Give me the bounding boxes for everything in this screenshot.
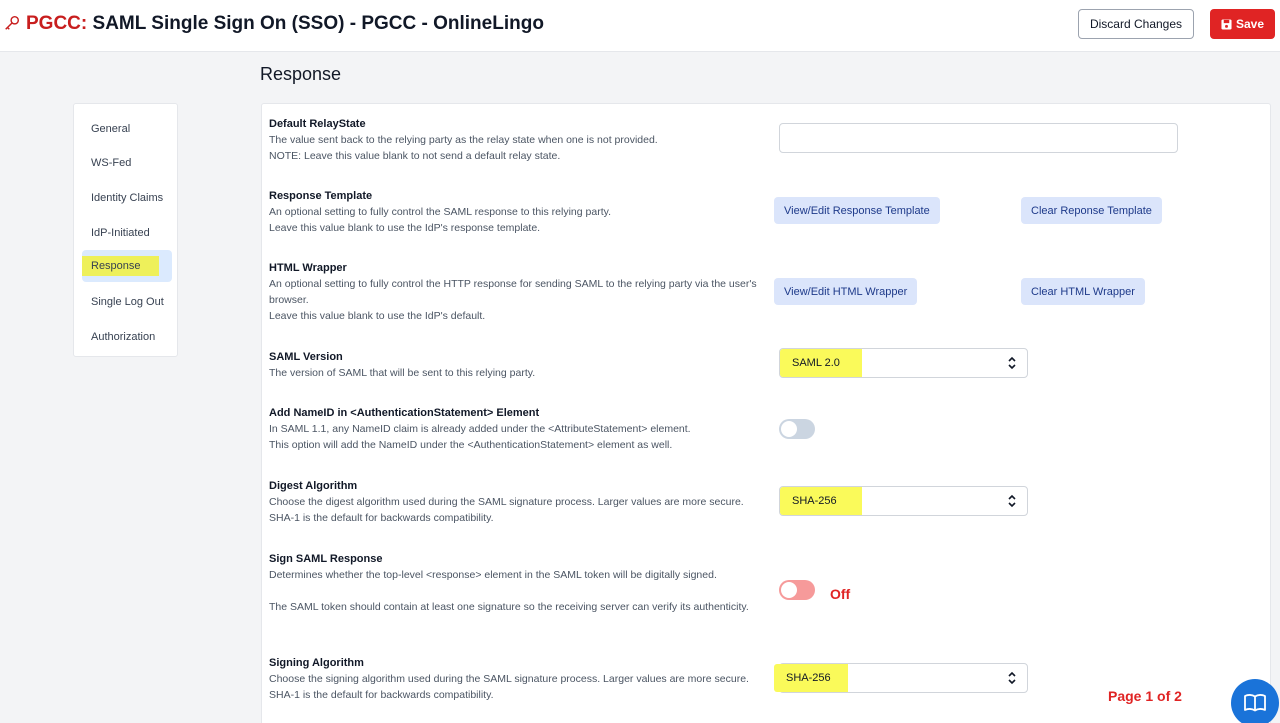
sidebar-item-label: Authorization [91, 331, 156, 343]
sidebar-item-authorization[interactable]: Authorization [82, 322, 172, 352]
select-value: SHA-256 [774, 664, 848, 692]
setting-note: NOTE: Leave this value blank to not send… [269, 150, 561, 162]
sidebar-item-label: Response [82, 256, 159, 276]
setting-label: Add NameID in <AuthenticationStatement> … [269, 407, 540, 419]
setting-description: An optional setting to fully control the… [269, 278, 757, 306]
setting-label: SAML Version [269, 351, 343, 363]
setting-description: Choose the signing algorithm used during… [269, 673, 749, 685]
setting-description: In SAML 1.1, any NameID claim is already… [269, 423, 691, 435]
digest-algorithm-select[interactable]: SHA-256 [779, 486, 1028, 516]
sidebar-item-general[interactable]: General [82, 114, 172, 144]
setting-label: Response Template [269, 190, 373, 202]
setting-sign-response: Sign SAML Response Determines whether th… [269, 551, 769, 615]
chevron-updown-icon [1008, 494, 1016, 508]
setting-description: An optional setting to fully control the… [269, 206, 612, 218]
sidebar-item-idp-initiated[interactable]: IdP-Initiated [82, 218, 172, 248]
select-value: SAML 2.0 [780, 349, 862, 377]
setting-description: The value sent back to the relying party… [269, 134, 658, 146]
relay-state-input[interactable] [779, 123, 1178, 153]
setting-note: This option will add the NameID under th… [269, 439, 673, 451]
toggle-knob [781, 421, 797, 437]
save-icon [1221, 18, 1232, 30]
setting-label: Signing Algorithm [269, 657, 364, 669]
sidebar-item-label: WS-Fed [91, 157, 132, 169]
setting-saml-version: SAML Version The version of SAML that wi… [269, 349, 769, 381]
add-nameid-toggle[interactable] [779, 419, 815, 439]
saml-version-select[interactable]: SAML 2.0 [779, 348, 1028, 378]
settings-panel: Default RelayState The value sent back t… [261, 103, 1271, 723]
setting-note: SHA-1 is the default for backwards compa… [269, 689, 494, 701]
chevron-updown-icon [1008, 671, 1016, 685]
sidebar-item-label: Identity Claims [91, 192, 164, 204]
view-edit-response-template-button[interactable]: View/Edit Response Template [774, 197, 940, 224]
top-header: PGCC: SAML Single Sign On (SSO) - PGCC -… [0, 0, 1280, 52]
signing-algorithm-select[interactable]: SHA-256 [774, 663, 1028, 693]
sign-response-state-label: Off [830, 586, 851, 602]
help-button[interactable] [1231, 679, 1279, 723]
clear-response-template-button[interactable]: Clear Reponse Template [1021, 197, 1162, 224]
setting-add-nameid: Add NameID in <AuthenticationStatement> … [269, 405, 769, 453]
setting-note: SHA-1 is the default for backwards compa… [269, 512, 494, 524]
sign-saml-response-toggle[interactable] [779, 580, 815, 600]
sidebar-item-response[interactable]: Response [82, 250, 172, 282]
setting-description: Determines whether the top-level <respon… [269, 569, 717, 581]
view-edit-html-wrapper-button[interactable]: View/Edit HTML Wrapper [774, 278, 918, 305]
chevron-updown-icon [1008, 356, 1016, 370]
setting-label: Default RelayState [269, 118, 366, 130]
sidebar-item-identity-claims[interactable]: Identity Claims [82, 183, 172, 213]
key-icon [5, 15, 20, 30]
setting-label: HTML Wrapper [269, 262, 347, 274]
save-label: Save [1235, 17, 1265, 31]
title-text: SAML Single Sign On (SSO) - PGCC - Onlin… [92, 13, 544, 34]
save-button[interactable]: Save [1210, 9, 1275, 39]
setting-response-template: Response Template An optional setting to… [269, 188, 769, 236]
setting-note: Leave this value blank to use the IdP's … [269, 310, 486, 322]
setting-relay-state: Default RelayState The value sent back t… [269, 116, 769, 164]
page-indicator: Page 1 of 2 [1108, 688, 1182, 704]
discard-changes-button[interactable]: Discard Changes [1078, 9, 1194, 39]
org-label: PGCC: [26, 13, 88, 34]
sidebar-item-single-log-out[interactable]: Single Log Out [82, 287, 172, 317]
setting-description: The version of SAML that will be sent to… [269, 367, 536, 379]
sidebar-item-label: General [91, 123, 131, 135]
sidebar-item-ws-fed[interactable]: WS-Fed [82, 148, 172, 178]
setting-digest-algorithm: Digest Algorithm Choose the digest algor… [269, 478, 769, 526]
setting-html-wrapper: HTML Wrapper An optional setting to full… [269, 260, 769, 324]
clear-html-wrapper-button[interactable]: Clear HTML Wrapper [1021, 278, 1145, 305]
section-title: Response [260, 64, 342, 84]
setting-label: Digest Algorithm [269, 480, 358, 492]
setting-signing-algorithm: Signing Algorithm Choose the signing alg… [269, 655, 769, 703]
setting-label: Sign SAML Response [269, 553, 383, 565]
sidebar-item-label: Single Log Out [91, 296, 164, 308]
toggle-knob [781, 582, 797, 598]
select-value: SHA-256 [780, 487, 862, 515]
sidebar-item-label: IdP-Initiated [91, 227, 150, 239]
setting-note: The SAML token should contain at least o… [269, 601, 749, 613]
book-icon [1244, 694, 1266, 712]
setting-description: Choose the digest algorithm used during … [269, 496, 744, 508]
setting-note: Leave this value blank to use the IdP's … [269, 222, 541, 234]
settings-sidebar: General WS-Fed Identity Claims IdP-Initi… [73, 103, 178, 357]
page-title: PGCC: SAML Single Sign On (SSO) - PGCC -… [26, 13, 544, 35]
